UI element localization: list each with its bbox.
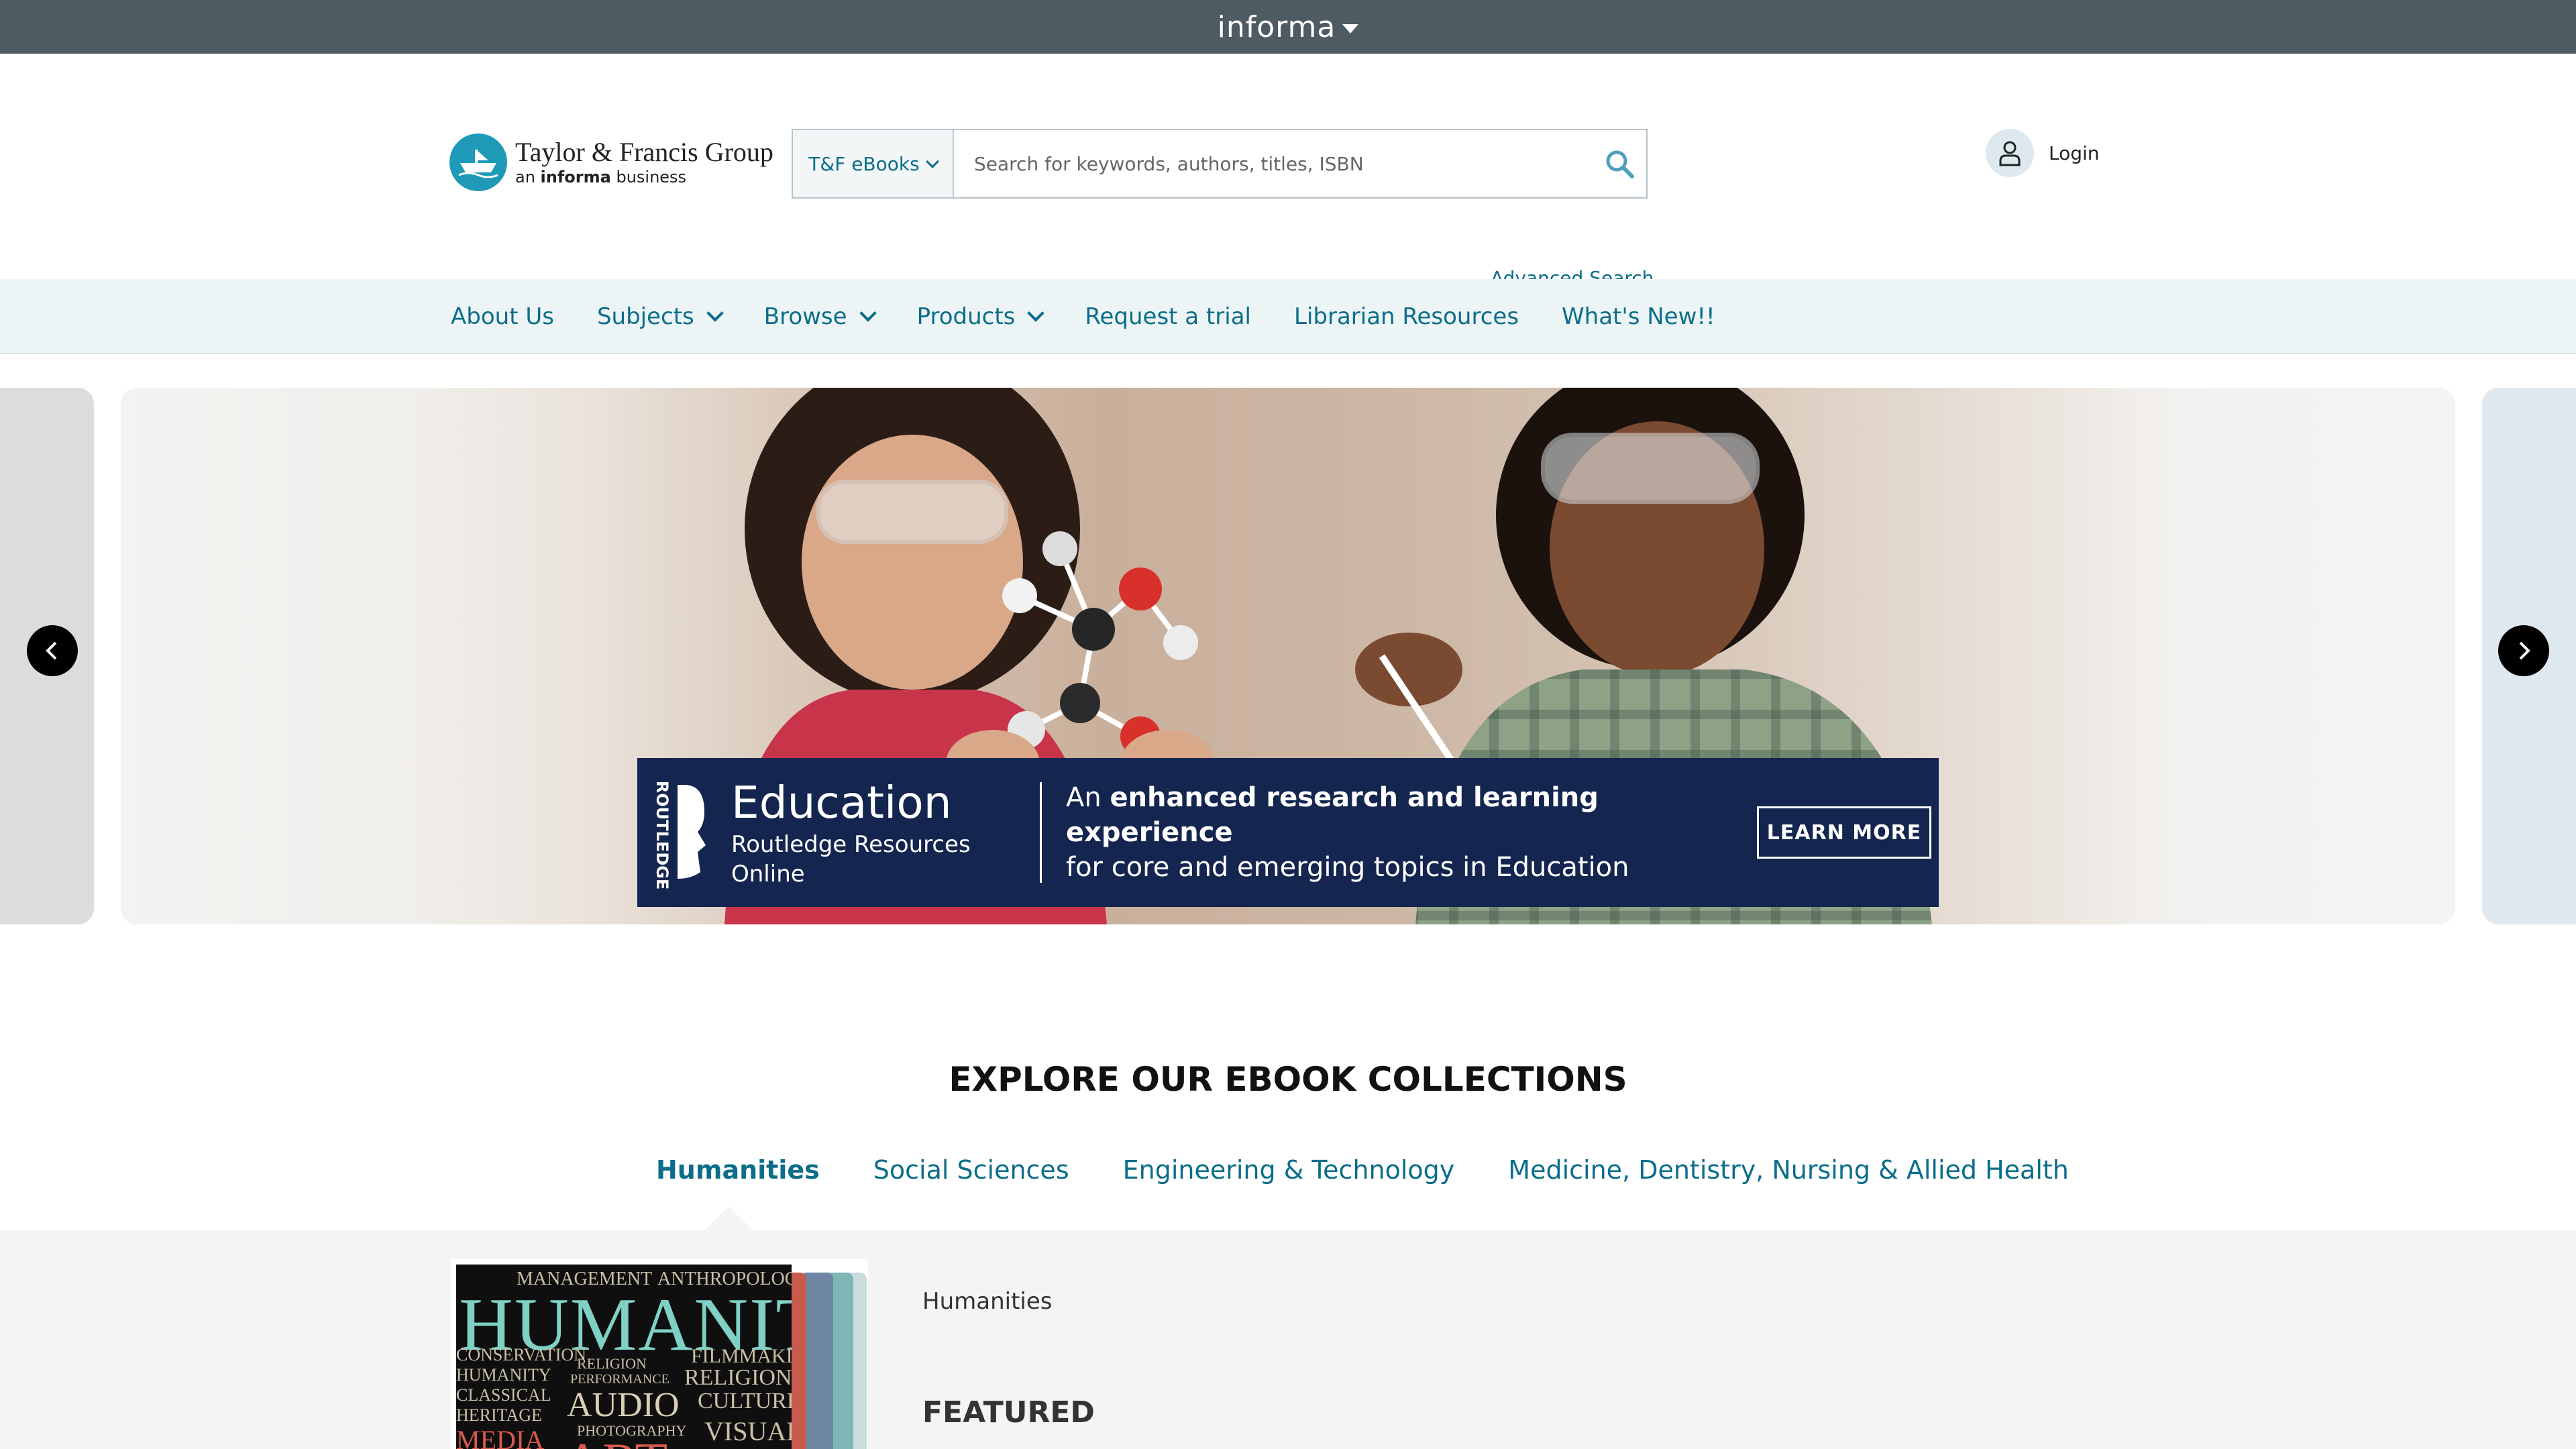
search-scope-label: T&F eBooks <box>808 152 920 175</box>
collection-tabs: Humanities Social Sciences Engineering &… <box>656 1155 2069 1185</box>
nav-label: Request a trial <box>1085 303 1251 330</box>
learn-more-button[interactable]: LEARN MORE <box>1757 806 1931 859</box>
nav-label: Products <box>916 303 1016 330</box>
nav-about-us[interactable]: About Us <box>451 303 554 330</box>
logo-tagline: an informa business <box>515 168 687 186</box>
active-tab-pointer <box>704 1206 753 1230</box>
user-icon <box>1986 129 2034 177</box>
hero-carousel: ROUTLEDGE Education Routledge Resources … <box>0 388 2576 924</box>
hero-slide[interactable]: ROUTLEDGE Education Routledge Resources … <box>121 388 2455 924</box>
search-icon <box>1606 150 1634 178</box>
informa-menu[interactable]: informa <box>1218 10 1359 44</box>
tab-medicine[interactable]: Medicine, Dentistry, Nursing & Allied He… <box>1508 1155 2069 1185</box>
nav-label: What's New!! <box>1562 303 1715 330</box>
banner-divider <box>1040 782 1042 883</box>
informa-brand: informa <box>1217 9 1336 44</box>
informa-bar: informa <box>0 0 2576 54</box>
nav-request-trial[interactable]: Request a trial <box>1085 303 1251 330</box>
education-promo-banner: ROUTLEDGE Education Routledge Resources … <box>637 758 1939 907</box>
nav-browse[interactable]: Browse <box>763 303 877 330</box>
banner-subtitle: Routledge Resources Online <box>731 831 971 888</box>
chevron-down-icon <box>706 305 724 322</box>
routledge-logo: ROUTLEDGE <box>637 758 711 907</box>
humanities-word-cloud: MANAGEMENT ANTHROPOLOGY HUMANITY CONSERV… <box>456 1265 792 1449</box>
collection-cover-image[interactable]: MANAGEMENT ANTHROPOLOGY HUMANITY CONSERV… <box>451 1259 868 1449</box>
ship-logo-icon <box>449 133 507 191</box>
routledge-wordmark: ROUTLEDGE <box>653 780 672 890</box>
collection-panel <box>0 1230 2576 1449</box>
search-scope-dropdown[interactable]: T&F eBooks <box>793 130 954 197</box>
carousel-next-button[interactable] <box>2498 625 2549 676</box>
logo-title: Taylor & Francis Group <box>515 137 773 167</box>
search-bar: T&F eBooks <box>792 129 1648 199</box>
site-header: Taylor & Francis Group an informa busine… <box>0 54 2576 289</box>
chevron-right-icon <box>2519 641 2530 660</box>
chevron-down-icon <box>925 155 939 168</box>
login-button[interactable]: Login <box>1986 129 2100 177</box>
nav-label: About Us <box>451 303 554 330</box>
chevron-left-icon <box>46 641 57 660</box>
caret-down-icon <box>1342 24 1359 34</box>
nav-label: Browse <box>763 303 847 330</box>
chevron-down-icon <box>1027 305 1045 322</box>
collection-name: Humanities <box>922 1288 1053 1315</box>
nav-products[interactable]: Products <box>916 303 1045 330</box>
nav-subjects[interactable]: Subjects <box>596 303 724 330</box>
tab-engineering-technology[interactable]: Engineering & Technology <box>1123 1155 1455 1185</box>
banner-title: Education <box>731 777 952 828</box>
nav-label: Librarian Resources <box>1294 303 1519 330</box>
nav-label: Subjects <box>596 303 694 330</box>
section-title: EXPLORE OUR EBOOK COLLECTIONS <box>949 1060 1627 1099</box>
routledge-head-icon <box>678 785 706 879</box>
search-input[interactable] <box>954 130 1593 197</box>
login-label: Login <box>2049 142 2100 164</box>
chevron-down-icon <box>859 305 877 322</box>
taylor-francis-logo[interactable]: Taylor & Francis Group an informa busine… <box>449 129 773 196</box>
tab-social-sciences[interactable]: Social Sciences <box>873 1155 1069 1185</box>
nav-librarian-resources[interactable]: Librarian Resources <box>1294 303 1519 330</box>
carousel-prev-button[interactable] <box>27 625 78 676</box>
tab-humanities[interactable]: Humanities <box>656 1155 820 1185</box>
search-button[interactable] <box>1593 130 1646 197</box>
featured-heading: FEATURED <box>922 1395 1095 1430</box>
nav-whats-new[interactable]: What's New!! <box>1562 303 1715 330</box>
banner-message: An enhanced research and learning experi… <box>1066 782 1629 883</box>
main-nav: About Us Subjects Browse Products Reques… <box>0 279 2576 354</box>
